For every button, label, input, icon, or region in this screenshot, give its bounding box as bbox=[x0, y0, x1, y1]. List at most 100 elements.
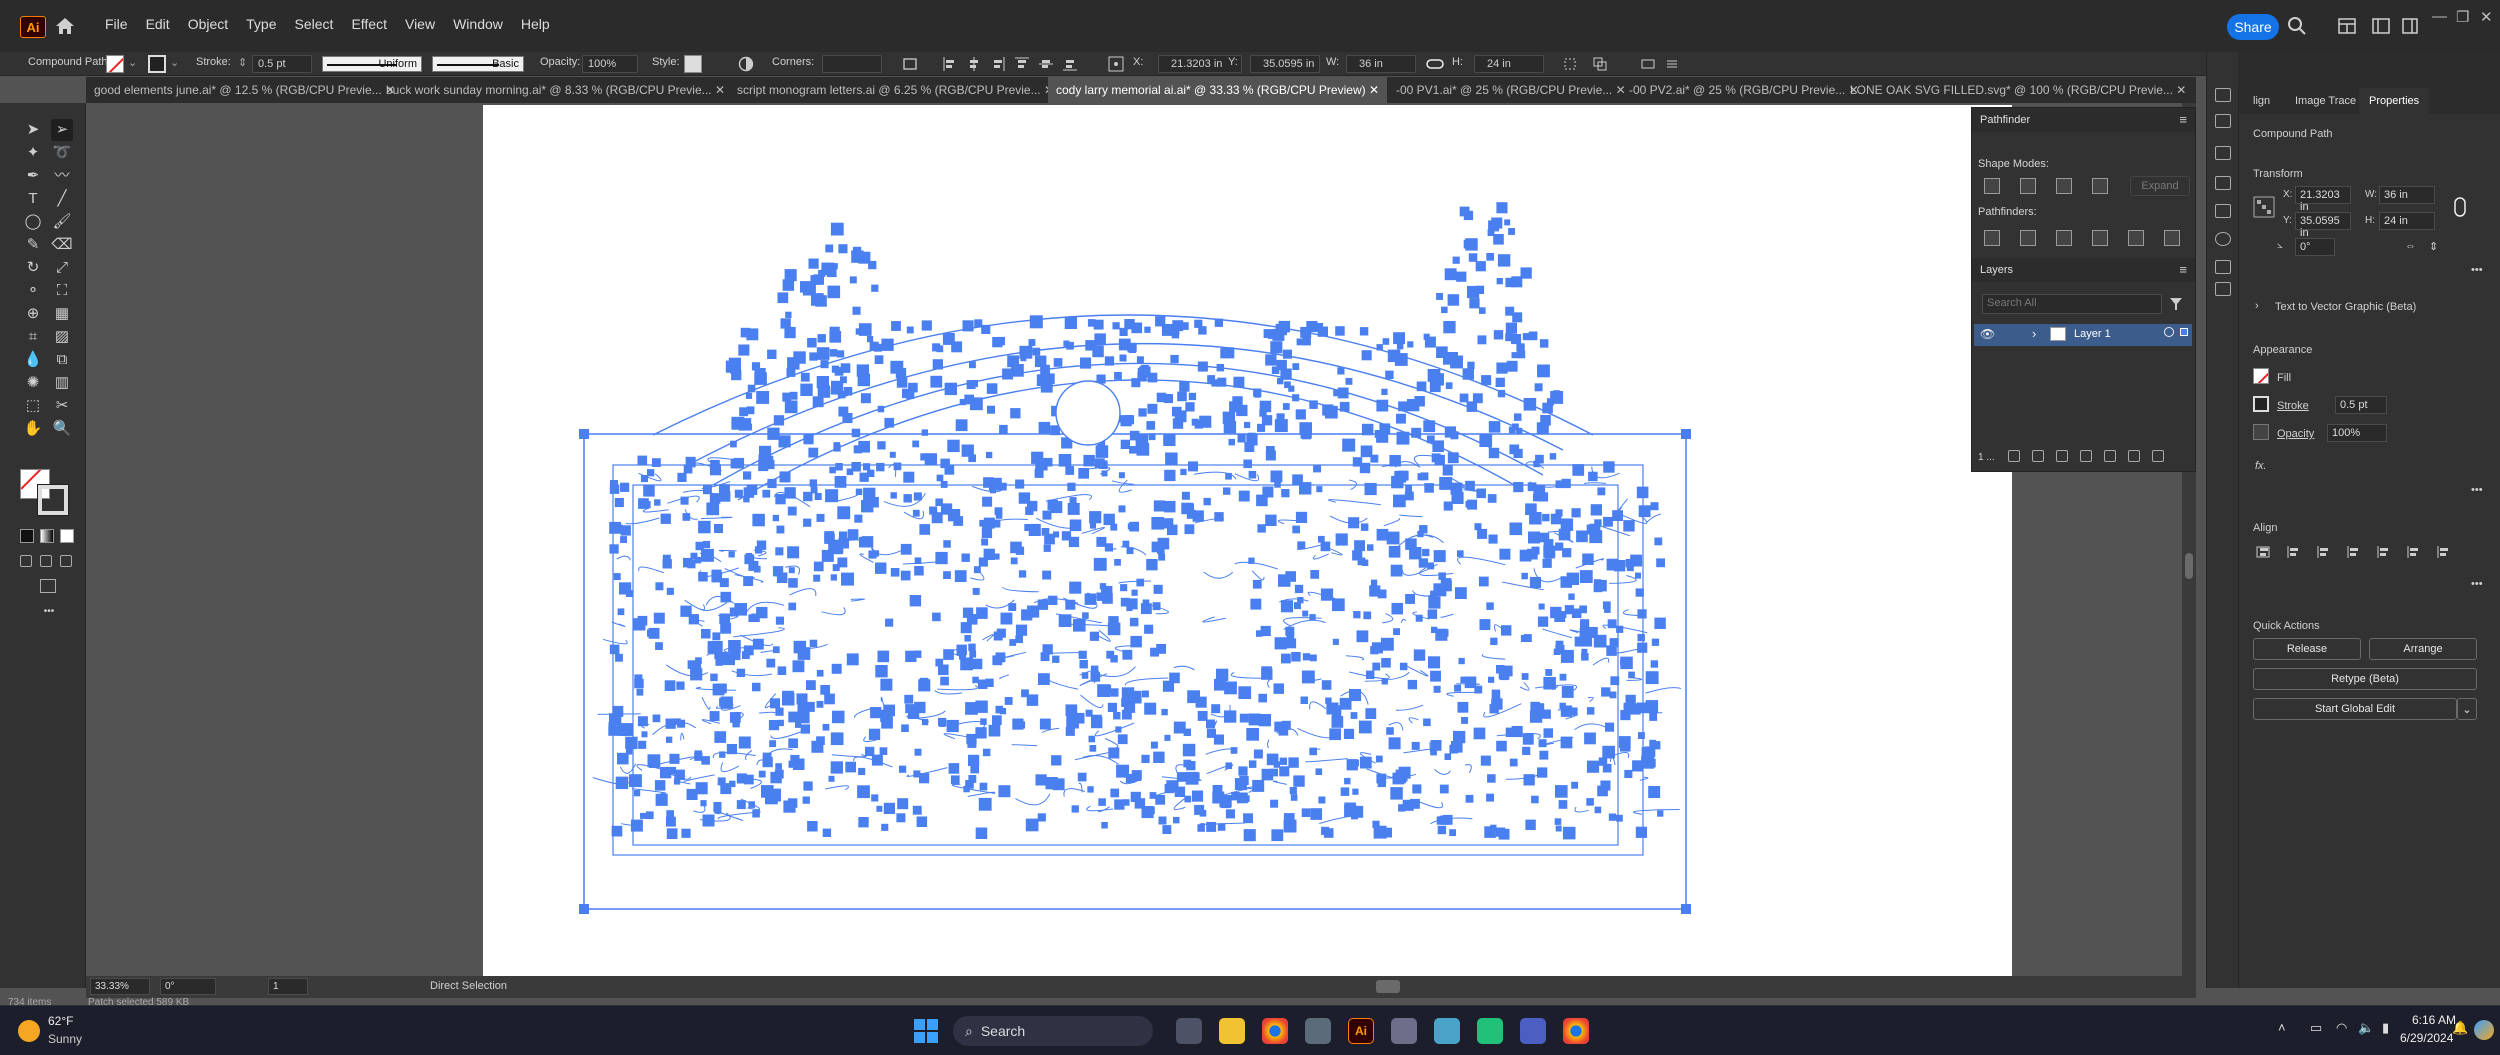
anchor-point[interactable] bbox=[861, 500, 874, 513]
anchor-point[interactable] bbox=[876, 462, 885, 472]
anchor-point[interactable] bbox=[830, 761, 843, 774]
anchor-point[interactable] bbox=[777, 719, 784, 727]
anchor-point[interactable] bbox=[654, 499, 661, 506]
anchor-point[interactable] bbox=[1147, 806, 1155, 815]
anchor-point[interactable] bbox=[1248, 760, 1257, 768]
anchor-point[interactable] bbox=[897, 798, 909, 810]
bounding-handle[interactable] bbox=[1681, 429, 1691, 439]
anchor-point[interactable] bbox=[1637, 609, 1647, 619]
anchor-point[interactable] bbox=[1067, 502, 1080, 515]
anchor-point[interactable] bbox=[837, 390, 846, 399]
anchor-point[interactable] bbox=[912, 805, 922, 815]
anchor-point[interactable] bbox=[881, 338, 894, 351]
anchor-point[interactable] bbox=[1609, 638, 1619, 648]
anchor-point[interactable] bbox=[1512, 423, 1519, 431]
anchor-point[interactable] bbox=[1342, 438, 1356, 452]
anchor-point[interactable] bbox=[1089, 631, 1099, 641]
anchor-point[interactable] bbox=[1501, 625, 1512, 636]
anchor-point[interactable] bbox=[896, 813, 906, 823]
gradient-tool-icon[interactable]: ▨ bbox=[51, 326, 73, 348]
anchor-point[interactable] bbox=[652, 714, 661, 723]
brush-definition[interactable]: Basic bbox=[432, 56, 524, 72]
tab-properties[interactable]: Properties bbox=[2359, 88, 2430, 114]
anchor-point[interactable] bbox=[694, 752, 703, 761]
anchor-point[interactable] bbox=[981, 324, 991, 334]
anchor-point[interactable] bbox=[1370, 454, 1379, 463]
anchor-point[interactable] bbox=[890, 360, 904, 374]
minus-back-icon[interactable] bbox=[2164, 230, 2180, 246]
anchor-point[interactable] bbox=[1278, 725, 1289, 736]
anchor-point[interactable] bbox=[962, 607, 974, 618]
anchor-point[interactable] bbox=[920, 453, 928, 461]
anchor-point[interactable] bbox=[1534, 383, 1543, 392]
anchor-point[interactable] bbox=[1015, 479, 1025, 489]
anchor-point[interactable] bbox=[1593, 579, 1602, 587]
anchor-point[interactable] bbox=[995, 705, 1004, 714]
anchor-point[interactable] bbox=[970, 764, 979, 774]
anchor-point[interactable] bbox=[1310, 808, 1323, 820]
anchor-point[interactable] bbox=[729, 780, 736, 788]
anchor-point[interactable] bbox=[1443, 352, 1456, 365]
anchor-point[interactable] bbox=[1286, 631, 1295, 640]
anchor-point[interactable] bbox=[1291, 652, 1301, 662]
anchor-point[interactable] bbox=[1449, 744, 1459, 754]
anchor-point[interactable] bbox=[1367, 544, 1374, 551]
anchor-point[interactable] bbox=[1198, 326, 1207, 335]
paintbrush-tool-icon[interactable]: 🖌 bbox=[51, 211, 73, 233]
tab-document-3[interactable]: script monogram letters.ai @ 6.25 % (RGB… bbox=[729, 77, 1062, 103]
anchor-point[interactable] bbox=[645, 811, 654, 820]
type-tool-icon[interactable]: T bbox=[22, 188, 44, 210]
variable-width-profile[interactable]: Uniform bbox=[322, 56, 422, 72]
anchor-point[interactable] bbox=[1457, 701, 1469, 713]
anchor-point[interactable] bbox=[1641, 755, 1654, 769]
anchor-point[interactable] bbox=[968, 775, 977, 783]
anchor-point[interactable] bbox=[1538, 492, 1549, 502]
anchor-point[interactable] bbox=[1339, 697, 1352, 710]
anchor-point[interactable] bbox=[1504, 219, 1511, 226]
anchor-point[interactable] bbox=[1188, 392, 1197, 401]
anchor-point[interactable] bbox=[1290, 794, 1298, 801]
bounding-handle[interactable] bbox=[579, 904, 589, 914]
anchor-point[interactable] bbox=[1550, 513, 1562, 525]
anchor-point[interactable] bbox=[797, 702, 809, 714]
anchor-point[interactable] bbox=[965, 702, 978, 715]
anchor-point[interactable] bbox=[1443, 501, 1453, 511]
anchor-point[interactable] bbox=[1514, 413, 1522, 421]
anchor-point[interactable] bbox=[1065, 466, 1075, 475]
anchor-point[interactable] bbox=[1107, 622, 1121, 636]
anchor-point[interactable] bbox=[1537, 616, 1549, 627]
anchor-point[interactable] bbox=[1374, 430, 1383, 438]
anchor-point[interactable] bbox=[785, 311, 792, 318]
anchor-point[interactable] bbox=[1273, 761, 1280, 768]
anchor-point[interactable] bbox=[636, 688, 644, 696]
anchor-point[interactable] bbox=[752, 682, 761, 692]
anchor-point[interactable] bbox=[1493, 330, 1504, 340]
anchor-point[interactable] bbox=[1456, 271, 1467, 282]
anchor-point[interactable] bbox=[960, 622, 972, 634]
anchor-point[interactable] bbox=[1323, 828, 1334, 838]
anchor-point[interactable] bbox=[1530, 701, 1540, 712]
anchor-point[interactable] bbox=[1284, 381, 1291, 389]
anchor-point[interactable] bbox=[1417, 530, 1424, 538]
anchor-point[interactable] bbox=[1459, 393, 1469, 403]
anchor-point[interactable] bbox=[1498, 828, 1510, 840]
anchor-point[interactable] bbox=[1150, 741, 1158, 749]
anchor-point[interactable] bbox=[1270, 768, 1278, 777]
notification-bell-icon[interactable]: 🔔 bbox=[2452, 1020, 2468, 1036]
anchor-point[interactable] bbox=[1301, 430, 1311, 440]
align-vertical-center-icon[interactable] bbox=[2405, 544, 2421, 560]
share-button[interactable]: Share bbox=[2227, 14, 2279, 40]
rotate-tool-icon[interactable]: ↻ bbox=[22, 257, 44, 279]
anchor-point[interactable] bbox=[787, 357, 800, 370]
anchor-point[interactable] bbox=[968, 643, 976, 651]
anchor-point[interactable] bbox=[854, 514, 863, 523]
anchor-point[interactable] bbox=[620, 525, 631, 536]
anchor-point[interactable] bbox=[867, 336, 874, 343]
anchor-point[interactable] bbox=[1302, 653, 1310, 661]
anchor-point[interactable] bbox=[1039, 718, 1051, 730]
anchor-point[interactable] bbox=[1041, 528, 1050, 536]
menu-edit[interactable]: Edit bbox=[137, 14, 179, 34]
anchor-point[interactable] bbox=[1496, 202, 1508, 214]
anchor-point[interactable] bbox=[1191, 418, 1199, 426]
y-field[interactable]: 35.0595 in bbox=[1250, 55, 1320, 73]
